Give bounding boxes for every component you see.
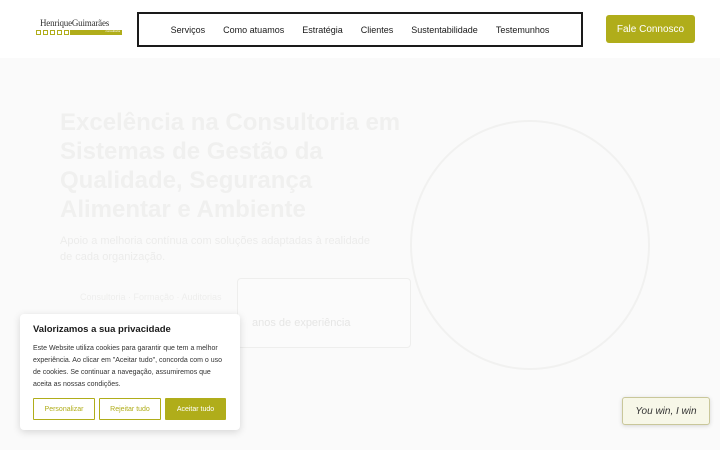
hero-stat-card: anos de experiência xyxy=(237,278,411,348)
logo-name: HenriqueGuimarães xyxy=(40,18,110,28)
nav-item-testemunhos[interactable]: Testemunhos xyxy=(496,25,550,35)
nav-item-estrategia[interactable]: Estratégia xyxy=(302,25,343,35)
customize-button[interactable]: Personalizar xyxy=(33,398,95,420)
nav-item-como-atuamos[interactable]: Como atuamos xyxy=(223,25,284,35)
cookie-banner: Valorizamos a sua privacidade Este Websi… xyxy=(20,314,240,430)
hero-circle-decoration xyxy=(410,120,650,370)
logo-bar: consultoria xyxy=(70,29,122,35)
hero-subtitle: Apoio a melhoria contínua com soluções a… xyxy=(60,235,371,263)
chat-widget[interactable]: You win, I win xyxy=(622,397,710,425)
nav-item-sustentabilidade[interactable]: Sustentabilidade xyxy=(411,25,478,35)
logo[interactable]: HenriqueGuimarães consultoria xyxy=(36,18,126,40)
site-header: HenriqueGuimarães consultoria Serviços C… xyxy=(0,0,720,58)
reject-all-button[interactable]: Rejeitar tudo xyxy=(99,398,161,420)
logo-tagline: consultoria xyxy=(105,29,120,33)
hero-title: Excelência na Consultoria em Sistemas de… xyxy=(60,109,401,223)
nav-item-servicos[interactable]: Serviços xyxy=(171,25,206,35)
main-nav: Serviços Como atuamos Estratégia Cliente… xyxy=(137,12,583,47)
logo-squares-icon xyxy=(36,30,69,35)
cookie-buttons: Personalizar Rejeitar tudo Aceitar tudo xyxy=(33,398,226,420)
hero-faded-text: Consultoria · Formação · Auditorias xyxy=(80,292,222,302)
hero-stat-label: anos de experiência xyxy=(252,317,351,329)
cookie-text: Este Website utiliza cookies para garant… xyxy=(33,345,223,388)
contact-button[interactable]: Fale Connosco xyxy=(606,15,695,43)
nav-item-clientes[interactable]: Clientes xyxy=(361,25,394,35)
cookie-title: Valorizamos a sua privacidade xyxy=(33,324,171,335)
accept-all-button[interactable]: Aceitar tudo xyxy=(165,398,226,420)
